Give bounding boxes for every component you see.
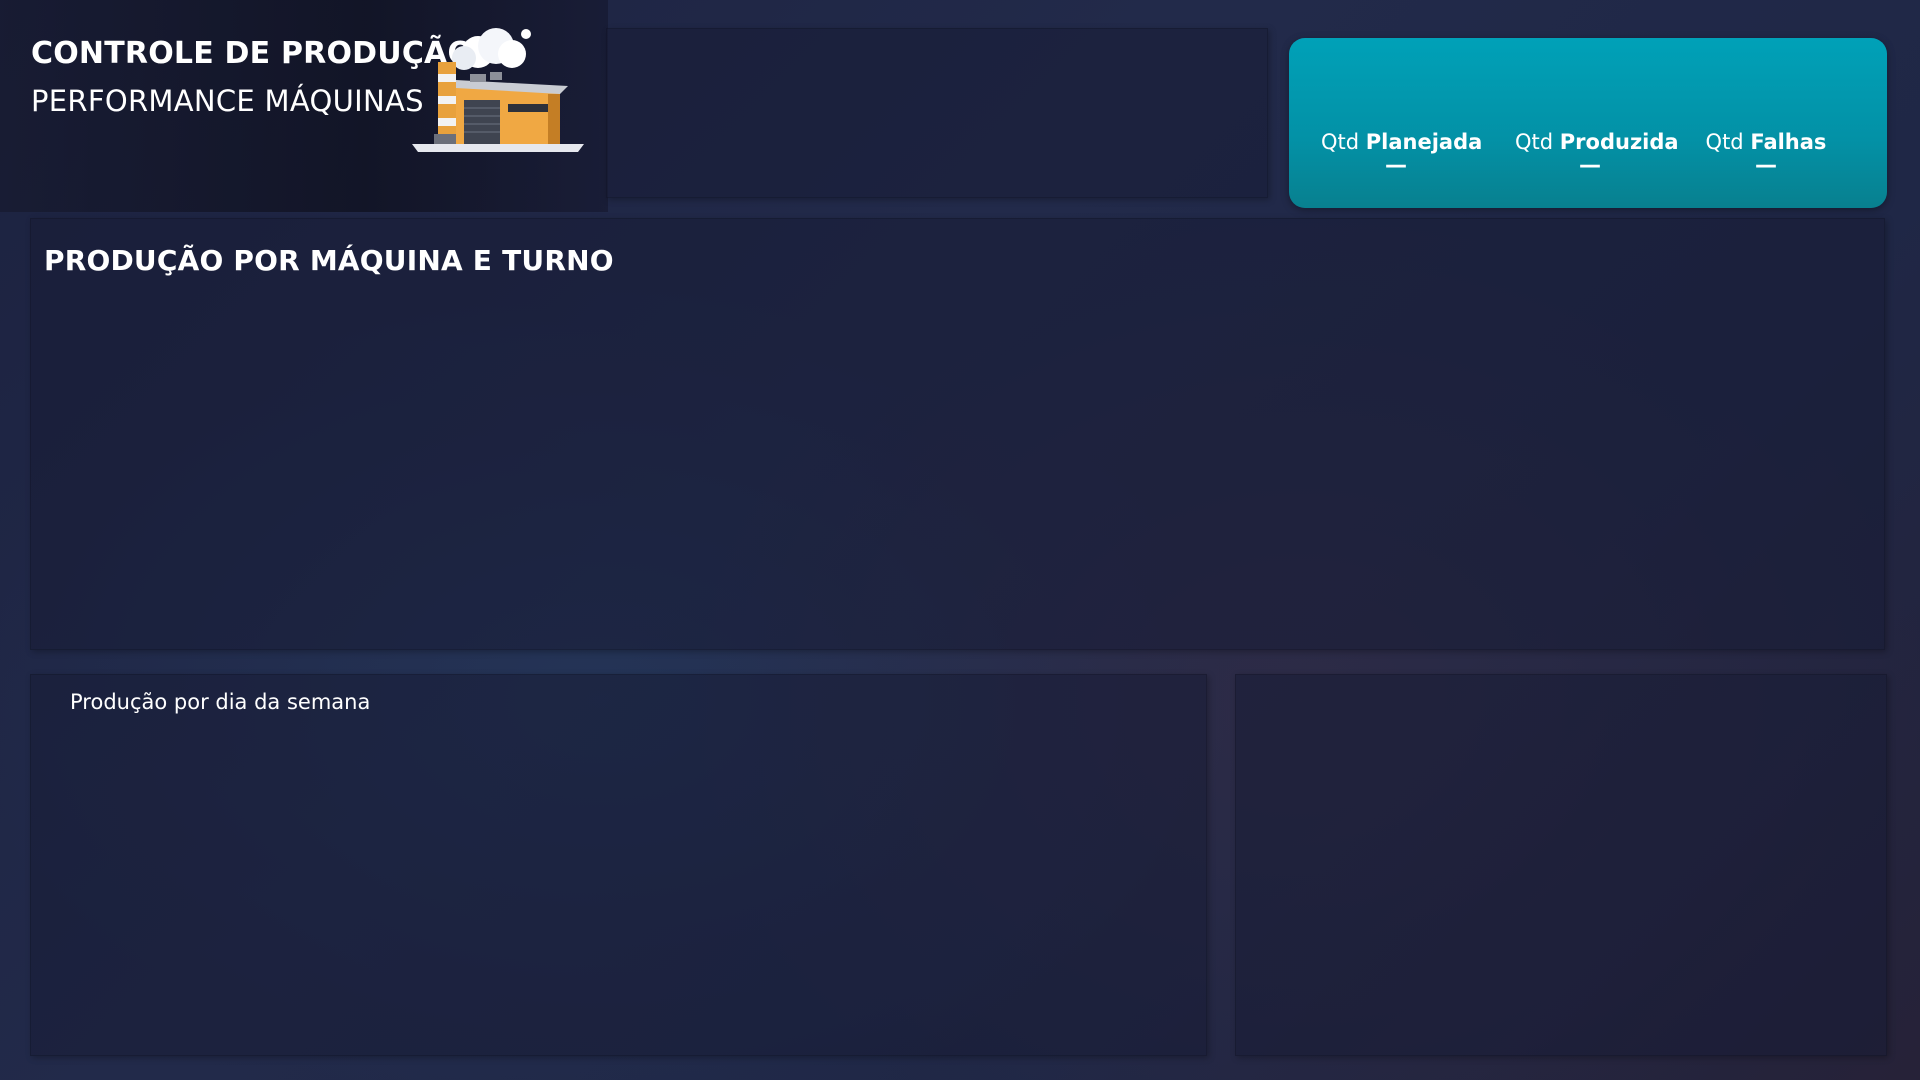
section-title: PRODUÇÃO POR MÁQUINA E TURNO [44,244,614,277]
kpi-card: Qtd Planejada — Qtd Produzida — Qtd Falh… [1289,38,1887,208]
kpi-label: Falhas [1750,130,1827,154]
panel-caption: Produção por dia da semana [70,690,371,714]
page-title: CONTROLE DE PRODUÇÃO [31,36,474,71]
kpi-prefix: Qtd [1515,130,1554,154]
kpi-label: Planejada [1365,130,1483,154]
kpi-value: — [1579,153,1601,178]
kpi-planned: Qtd Planejada — [1321,130,1482,178]
title-panel: CONTROLE DE PRODUÇÃO PERFORMANCE MÁQUINA… [0,0,608,212]
kpi-prefix: Qtd [1705,130,1744,154]
kpi-produced: Qtd Produzida — [1515,130,1679,178]
kpi-value: — [1385,153,1407,178]
weekday-production-panel: Produção por dia da semana [30,674,1207,1056]
production-by-machine-panel: PRODUÇÃO POR MÁQUINA E TURNO [30,218,1885,650]
factory-icon [412,28,584,152]
kpi-failures: Qtd Falhas — [1701,130,1831,178]
right-bottom-panel [1235,674,1887,1056]
kpi-prefix: Qtd [1321,130,1360,154]
kpi-label: Produzida [1559,130,1679,154]
page-subtitle: PERFORMANCE MÁQUINAS [31,84,424,118]
kpi-value: — [1755,153,1777,178]
filter-panel [606,28,1268,198]
